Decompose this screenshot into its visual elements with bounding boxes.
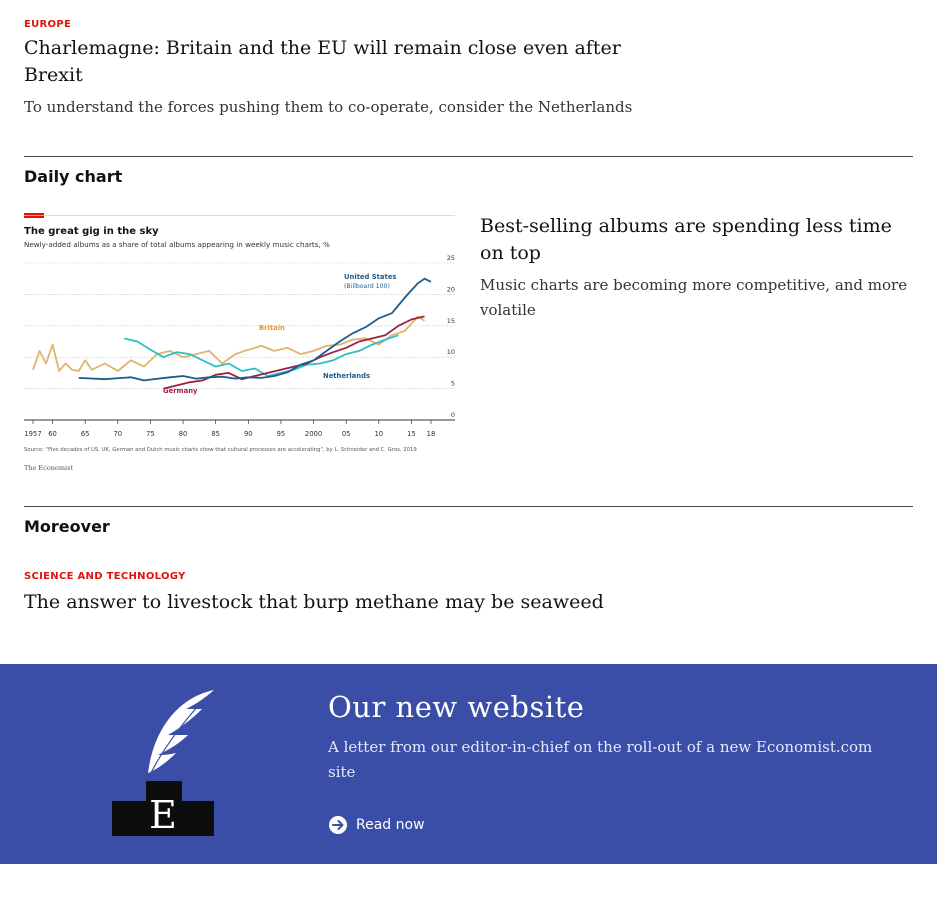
y-tick-label: 20 xyxy=(447,285,455,293)
chart-series xyxy=(32,277,432,390)
x-tick-label: 75 xyxy=(146,430,155,438)
read-now-label: Read now xyxy=(356,817,425,833)
divider-daily-chart xyxy=(24,156,913,157)
chart-source: Source: "Five decades of US, UK, German … xyxy=(24,447,417,453)
y-tick-label: 0 xyxy=(451,411,455,419)
series-label: Netherlands xyxy=(323,372,370,380)
read-now-link[interactable]: Read now xyxy=(328,815,425,835)
x-tick-label: 1957 xyxy=(24,430,41,438)
new-website-banner: E Our new website A letter from our edit… xyxy=(0,664,937,864)
chart-title: The great gig in the sky xyxy=(24,226,159,237)
y-tick-label: 10 xyxy=(447,348,455,356)
logo-letter: E xyxy=(149,793,177,837)
x-tick-label: 90 xyxy=(244,430,253,438)
x-tick-label: 10 xyxy=(374,430,383,438)
x-tick-label: 80 xyxy=(179,430,188,438)
x-tick-label: 05 xyxy=(342,430,351,438)
line-chart: The great gig in the sky Newly-added alb… xyxy=(24,213,455,472)
chart-y-ticks: 0 5 10 15 20 25 xyxy=(447,254,455,419)
arrow-right-circle-icon xyxy=(329,816,347,834)
chart-x-ticks: 1957 60 65 70 75 80 85 90 95 2000 05 10 15 18 xyxy=(24,420,435,438)
quill-inkwell-logo-icon: E xyxy=(112,690,214,837)
section-tag-europe[interactable]: EUROPE xyxy=(24,19,649,30)
x-tick-label: 15 xyxy=(407,430,416,438)
europe-article: EUROPE Charlemagne: Britain and the EU w… xyxy=(24,19,649,120)
science-article: SCIENCE AND TECHNOLOGY The answer to liv… xyxy=(24,571,724,616)
x-tick-label: 18 xyxy=(427,430,436,438)
x-tick-label: 65 xyxy=(81,430,90,438)
section-tag-science[interactable]: SCIENCE AND TECHNOLOGY xyxy=(24,571,724,582)
series-label: Britain xyxy=(259,324,285,332)
x-tick-label: 2000 xyxy=(305,430,322,438)
series-line xyxy=(124,334,399,377)
chart-gridlines xyxy=(24,262,455,421)
daily-chart-headline[interactable]: Best-selling albums are spending less ti… xyxy=(480,213,912,267)
series-line xyxy=(78,277,432,382)
banner-text: A letter from our editor-in-chief on the… xyxy=(328,738,873,781)
x-tick-label: 85 xyxy=(211,430,220,438)
daily-chart-image[interactable]: The great gig in the sky Newly-added alb… xyxy=(24,213,455,475)
europe-rubric: To understand the forces pushing them to… xyxy=(24,98,633,116)
science-headline[interactable]: The answer to livestock that burp methan… xyxy=(24,589,724,616)
series-label-sub: (Billboard 100) xyxy=(344,283,390,290)
y-tick-label: 25 xyxy=(447,254,455,262)
banner-title: Our new website xyxy=(328,690,585,724)
divider-moreover xyxy=(24,506,913,507)
chart-series-labels: United States (Billboard 100) Netherlands G… xyxy=(163,273,396,395)
series-label: United States xyxy=(344,273,396,281)
x-tick-label: 60 xyxy=(48,430,57,438)
chart-subtitle: Newly-added albums as a share of total a… xyxy=(24,240,330,249)
x-tick-label: 95 xyxy=(277,430,286,438)
moreover-section-title: Moreover xyxy=(24,517,110,536)
x-tick-label: 70 xyxy=(113,430,122,438)
series-label: Germany xyxy=(163,387,198,395)
daily-chart-section-title: Daily chart xyxy=(24,167,123,186)
europe-headline[interactable]: Charlemagne: Britain and the EU will rem… xyxy=(24,35,649,89)
daily-chart-article: Best-selling albums are spending less ti… xyxy=(480,213,912,323)
chart-credit: The Economist xyxy=(24,464,73,472)
y-tick-label: 5 xyxy=(451,380,455,388)
daily-chart-rubric: Music charts are becoming more competiti… xyxy=(480,276,908,319)
y-tick-label: 15 xyxy=(447,317,455,325)
